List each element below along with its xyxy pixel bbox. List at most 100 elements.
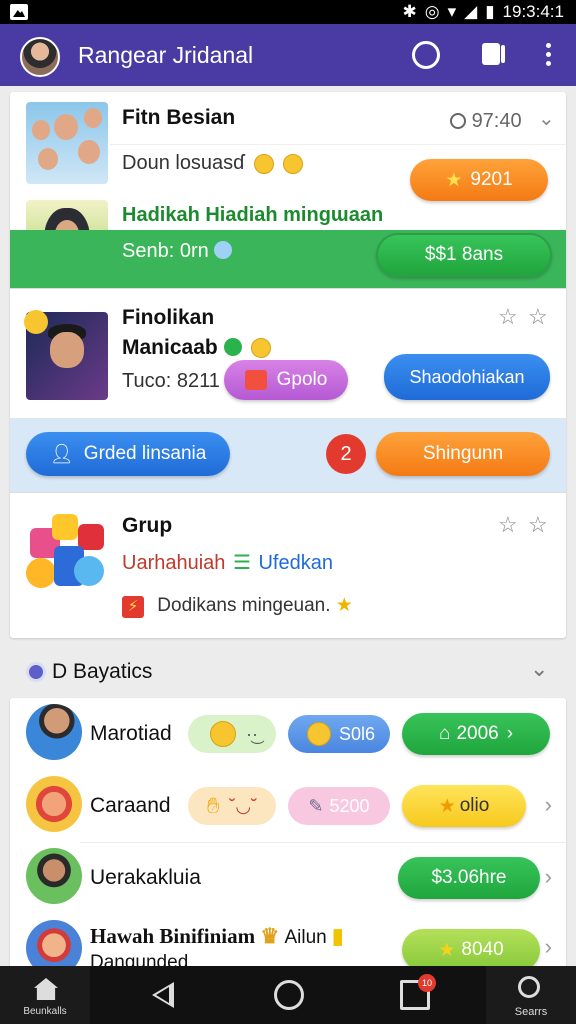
item-subtitle-text: Doun losuasɗ <box>122 152 245 174</box>
category-chip[interactable]: Gpolo <box>224 360 348 400</box>
group-name: Grup <box>122 514 173 537</box>
gift-icon <box>244 370 267 390</box>
status-bar: ✱ ◎ ▾ ◢ ▮ 19:3:4:1 <box>0 0 576 24</box>
house-icon <box>34 978 58 1000</box>
search-tab[interactable]: Searrs <box>486 966 576 1024</box>
recent-badge: 10 <box>418 974 436 992</box>
avatar <box>26 776 82 832</box>
points-chip[interactable]: ✎ 5200 <box>288 787 390 825</box>
item-meta: 97:40 <box>450 110 522 133</box>
item-name: Fitn Besian <box>122 106 236 129</box>
promo-sub: Senb: 0rn <box>122 240 233 263</box>
emoji-chip[interactable]: ✋︎ ˘◡˘ <box>188 787 276 825</box>
points-chip[interactable]: S0l6 <box>288 715 390 753</box>
section-header[interactable]: D Bayatics ⌄ <box>0 650 576 694</box>
promo-headline: Hadikah Hiadiah mingɯaan <box>122 204 384 226</box>
points-badge-button[interactable]: ★ 9201 <box>410 159 548 201</box>
more-menu-icon[interactable] <box>538 41 566 69</box>
star-icon: ★ <box>438 939 456 961</box>
smile-emoji-icon <box>210 721 236 747</box>
count-badge: 2 <box>326 434 366 474</box>
signal-icon: ◢ <box>464 2 478 21</box>
row-name: Uerakakluia <box>90 866 201 889</box>
back-icon[interactable] <box>148 980 178 1010</box>
favorite-star-icon[interactable]: ☆ <box>528 306 550 328</box>
smile-emoji-icon <box>24 310 48 334</box>
home-tab-label: Beunkalls <box>23 1006 67 1017</box>
app-bar: Rangear Jridanal <box>0 24 576 86</box>
favorite-star-icon[interactable]: ☆ <box>498 306 520 328</box>
points-chip-text: S0l6 <box>338 723 376 744</box>
app-title: Rangear Jridanal <box>78 42 254 68</box>
group-invite-button[interactable]: 👤︎ Grded linsania <box>26 432 230 476</box>
chevron-right-icon[interactable]: › <box>545 864 552 890</box>
bluetooth-icon: ✱ <box>402 2 417 21</box>
chevron-right-icon[interactable]: › <box>545 934 552 960</box>
favorite-star-icon[interactable]: ☆ <box>528 514 550 536</box>
item-meta-text: 97:40 <box>471 110 522 132</box>
row-name: Hawah Binifiniam ♛ Ailun ▮ <box>90 924 344 949</box>
status-time: 19:3:4:1 <box>502 2 564 21</box>
tabs-icon[interactable] <box>480 41 508 69</box>
family-photo[interactable] <box>26 102 108 184</box>
group-subtitle: Uarhahuiah ☰ Ufedkan <box>122 550 333 575</box>
star-icon: ★ <box>335 595 353 616</box>
hand-icon: ✋︎ <box>206 793 220 818</box>
price-text: olio <box>459 795 490 816</box>
green-dot-icon <box>223 338 242 356</box>
section-icon <box>26 662 46 682</box>
profile-avatar[interactable] <box>20 37 60 77</box>
share-button[interactable]: Shaodohiakan <box>384 354 550 400</box>
gallery-icon <box>10 4 28 20</box>
mic-icon: ✎ <box>308 795 324 816</box>
category-chip-text: Gpolo <box>276 369 328 390</box>
home-icon: ⌂ <box>438 723 451 744</box>
group-avatar-icon[interactable] <box>24 512 110 604</box>
item-duration: Tuco: 8211 <box>122 370 220 392</box>
grin-emoji-icon <box>251 338 272 359</box>
chevron-right-icon: › <box>506 723 514 744</box>
group-subtitle-a: Uarhahuiah <box>122 552 226 574</box>
chevron-down-icon[interactable]: ⌄ <box>538 106 555 131</box>
battery-icon: ▮ <box>485 2 495 21</box>
favorite-star-icon[interactable]: ☆ <box>498 514 520 536</box>
row-extra: Ailun <box>284 927 327 948</box>
refresh-icon[interactable] <box>412 41 440 69</box>
row-name-text: Hawah Binifiniam <box>90 924 256 948</box>
item-name-line1: Finolikan <box>122 306 215 329</box>
chevron-right-icon[interactable]: › <box>545 792 552 818</box>
price-text: 8040 <box>461 939 504 960</box>
list-icon: ☰ <box>232 552 251 574</box>
chevron-down-icon[interactable]: ⌄ <box>530 656 548 682</box>
coin-icon: ▮ <box>331 924 344 948</box>
avatar <box>26 848 82 904</box>
avatar <box>26 704 82 760</box>
smile-icon: ˘◡˘ <box>229 795 258 816</box>
group-note: ⚡︎ Dodikans mingeuan. ★ <box>122 594 353 618</box>
item-subtitle: Doun losuasɗ <box>122 152 304 175</box>
home-tab[interactable]: Beunkalls <box>0 966 90 1024</box>
status-icons: ✱ ◎ ▾ ◢ ▮ 19:3:4:1 <box>402 2 564 22</box>
price-button[interactable]: ⌂ 2006 › <box>402 713 550 755</box>
emoji-chip[interactable]: ·͜· <box>188 715 276 753</box>
home-icon[interactable] <box>274 980 304 1010</box>
promo-sub-text: Senb: 0rn <box>122 240 209 262</box>
group-subtitle-b: Ufedkan <box>258 552 333 574</box>
item-name-line2: Manicaab <box>122 336 272 360</box>
price-button[interactable]: ★ olio <box>402 785 526 827</box>
user-icon: 👤︎ <box>49 444 74 465</box>
wifi-icon: ▾ <box>447 2 457 21</box>
price-button[interactable]: ★ 8040 <box>402 929 540 971</box>
section-title: D Bayatics <box>52 660 153 683</box>
grin-emoji-icon <box>283 153 304 174</box>
price-button[interactable]: $$1 8ans <box>376 233 552 277</box>
crown-icon: ♛ <box>260 924 280 948</box>
shopping-button[interactable]: Shingunn <box>376 432 550 476</box>
feed-card: Fitn Besian 97:40 ⌄ Doun losuasɗ ★ 9201 … <box>10 92 566 638</box>
price-button[interactable]: $3.06hre <box>398 857 540 899</box>
alarm-icon: ◎ <box>424 2 440 21</box>
row-name: Marotiad <box>90 722 172 745</box>
row-name: Caraand <box>90 794 171 817</box>
group-note-text: Dodikans mingeuan. <box>157 595 331 616</box>
rewards-list: Marotiad ·͜· S0l6 ⌂ 2006 › Caraand ✋︎ ˘◡… <box>10 698 566 976</box>
